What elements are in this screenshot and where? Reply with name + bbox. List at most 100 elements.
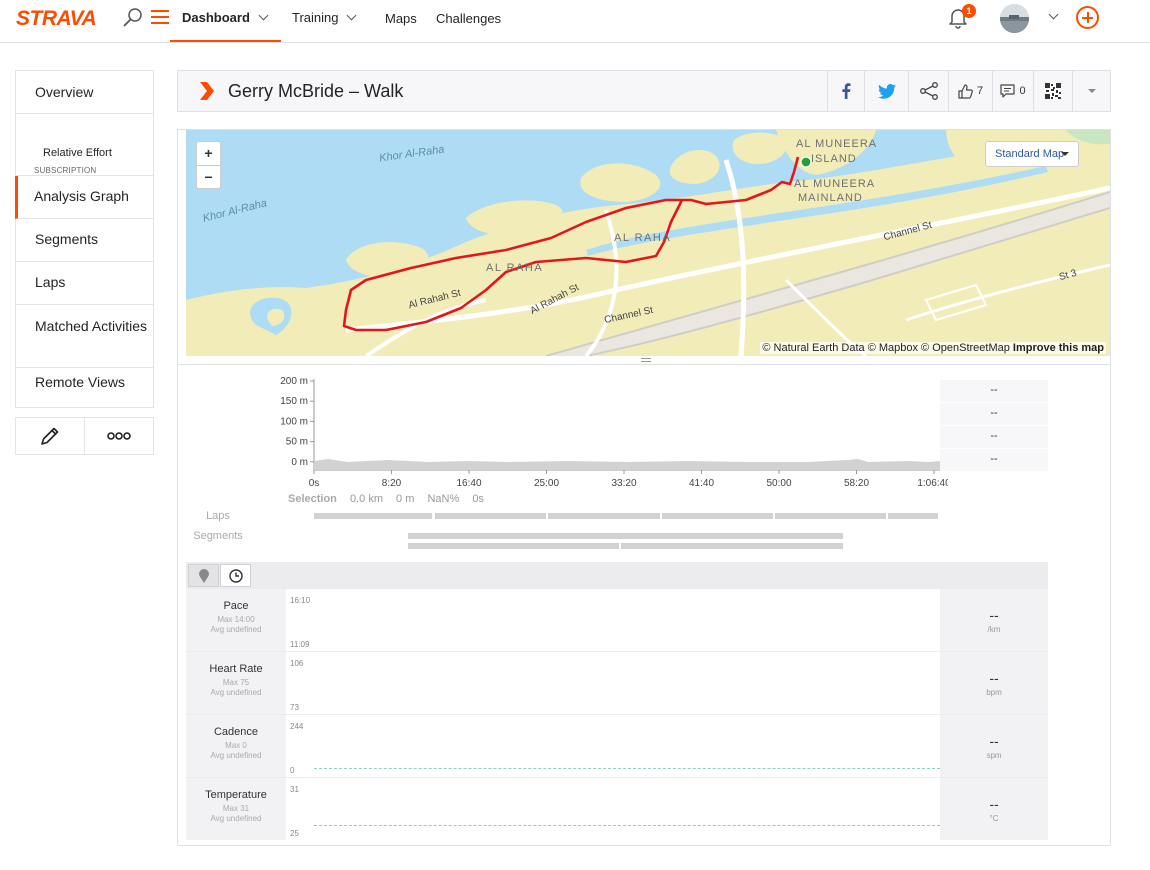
stream-unit: /km <box>987 625 1001 634</box>
qr-code-button[interactable] <box>1033 71 1072 111</box>
cadence-line <box>314 768 940 769</box>
stream-max: Max 31 <box>222 804 250 813</box>
stream-temperature[interactable]: Temperature Max 31 Avg undefined 31 25 -… <box>186 777 1048 840</box>
nav-dashboard[interactable]: Dashboard <box>182 10 269 25</box>
selection-summary: Selection 0.0 km 0 m NaN% 0s <box>288 493 494 505</box>
map-label: AL RAHA <box>486 262 544 274</box>
lap-bar[interactable] <box>662 513 773 519</box>
nav-challenges[interactable]: Challenges <box>436 11 501 26</box>
add-activity-button[interactable] <box>1076 6 1099 29</box>
selection-elevation: 0 m <box>396 493 415 505</box>
elevation-y-axis: 200 m 150 m 100 m 50 m 0 m <box>280 376 314 468</box>
stream-value: -- <box>989 607 999 623</box>
elevation-chart[interactable]: 200 m 150 m 100 m 50 m 0 m 0s 8:20 16:40 25:00 3… <box>268 373 948 491</box>
divider <box>178 364 1110 365</box>
sidebar-item-matched-activities[interactable]: Matched Activities <box>15 305 154 368</box>
strava-logo[interactable]: STRAVA <box>16 7 97 31</box>
more-options-dropdown[interactable] <box>1072 71 1110 111</box>
segment-bar[interactable] <box>408 533 843 539</box>
map-style-dropdown[interactable]: Standard Map <box>985 141 1079 167</box>
distance-axis-button[interactable] <box>188 564 219 587</box>
elevation-area <box>314 459 940 470</box>
nav-training[interactable]: Training <box>292 10 357 25</box>
caret-down-icon <box>1061 152 1069 156</box>
map-label: AL MUNEERA <box>794 178 876 190</box>
lap-bar[interactable] <box>548 513 660 519</box>
selection-distance: 0.0 km <box>349 493 383 505</box>
subscription-heading: SUBSCRIPTION <box>34 166 97 175</box>
comment-button[interactable]: 0 <box>992 71 1033 111</box>
activity-header: Gerry McBride – Walk 7 0 <box>177 70 1111 112</box>
avatar-photo <box>1000 4 1029 33</box>
sidebar-item-remote-views[interactable]: Remote Views <box>15 368 154 408</box>
x-tick-label: 41:40 <box>689 478 714 489</box>
stream-name: Heart Rate <box>209 663 263 675</box>
activity-title: Gerry McBride – Walk <box>228 81 404 101</box>
share-icon <box>919 82 938 100</box>
twitter-icon <box>877 83 896 99</box>
stream-axis-bottom: 0 <box>290 766 295 775</box>
share-button[interactable] <box>908 71 948 111</box>
map-label: ISLAND <box>811 153 857 165</box>
comment-count: 0 <box>1019 85 1026 97</box>
chevron-down-icon[interactable] <box>1048 9 1059 20</box>
selection-time: 0s <box>472 493 484 505</box>
stream-value: -- <box>989 733 999 749</box>
map-style-label: Standard Map <box>995 148 1065 160</box>
stream-cadence[interactable]: Cadence Max 0 Avg undefined 244 0 -- spm <box>186 714 1048 777</box>
stream-axis-bottom: 25 <box>290 829 299 838</box>
stream-heart-rate[interactable]: Heart Rate Max 75 Avg undefined 106 73 -… <box>186 651 1048 714</box>
y-tick-label: 150 m <box>280 396 308 407</box>
elevation-stat: -- <box>940 403 1048 426</box>
segment-bar[interactable] <box>621 543 843 549</box>
sidebar-subscription-group: SUBSCRIPTION Relative Effort <box>15 114 154 176</box>
zoom-out-button[interactable]: − <box>197 165 220 188</box>
selection-label: Selection <box>288 493 337 505</box>
sidebar-item-relative-effort[interactable]: Relative Effort <box>43 147 112 159</box>
segments-lane-label: Segments <box>193 530 243 542</box>
segment-bar[interactable] <box>408 543 619 549</box>
map-label: AL MUNEERA <box>796 138 878 150</box>
kudos-button[interactable]: 7 <box>948 71 992 111</box>
zoom-in-button[interactable]: + <box>197 142 220 165</box>
stream-label: Pace Max 14:00 Avg undefined <box>186 589 286 651</box>
qr-code-icon <box>1045 83 1061 99</box>
x-tick-label: 0s <box>309 478 320 489</box>
x-tick-label: 33:20 <box>611 478 636 489</box>
sidebar-item-laps[interactable]: Laps <box>15 262 154 305</box>
improve-map-link[interactable]: Improve this map <box>1013 342 1104 354</box>
edit-button[interactable] <box>16 418 84 454</box>
sidebar-item-overview[interactable]: Overview <box>15 70 154 114</box>
lap-bar[interactable] <box>435 513 546 519</box>
facebook-share-button[interactable] <box>827 71 864 111</box>
sidebar-item-analysis-graph[interactable]: Analysis Graph <box>15 176 154 219</box>
comment-icon <box>1000 84 1016 98</box>
stream-pace[interactable]: Pace Max 14:00 Avg undefined 16:10 11:09… <box>186 588 1048 651</box>
twitter-share-button[interactable] <box>864 71 908 111</box>
sidebar-item-segments[interactable]: Segments <box>15 219 154 262</box>
map-zoom-control: + − <box>196 141 221 189</box>
y-tick-label: 100 m <box>280 416 308 427</box>
avatar[interactable] <box>1000 4 1029 33</box>
map-resize-handle[interactable] <box>641 358 651 362</box>
lap-bar[interactable] <box>314 513 432 519</box>
lap-bar[interactable] <box>775 513 886 519</box>
search-icon[interactable] <box>122 7 144 29</box>
nav-maps[interactable]: Maps <box>385 11 417 26</box>
menu-icon[interactable] <box>151 9 169 25</box>
stream-value: -- <box>989 796 999 812</box>
lap-bar[interactable] <box>888 513 938 519</box>
map-label: MAINLAND <box>798 192 863 204</box>
route-map[interactable]: Khor Al-Raha Khor Al-Raha AL MUNEERA ISL… <box>186 130 1110 356</box>
more-actions-button[interactable] <box>84 418 153 454</box>
nav-training-label: Training <box>292 10 339 25</box>
elevation-stats: -- -- -- -- <box>940 380 1048 472</box>
stream-max: Max 75 <box>222 678 250 687</box>
map-label: AL RAHA <box>614 232 672 244</box>
x-tick-label: 1:06:40 <box>917 478 948 489</box>
stream-axis-top: 106 <box>290 659 304 668</box>
elevation-x-axis: 0s 8:20 16:40 25:00 33:20 41:40 50:00 58:20 1:06… <box>309 470 948 489</box>
stream-axis-toggle <box>186 562 1048 588</box>
time-axis-button[interactable] <box>220 564 251 587</box>
stream-value: -- <box>989 670 999 686</box>
